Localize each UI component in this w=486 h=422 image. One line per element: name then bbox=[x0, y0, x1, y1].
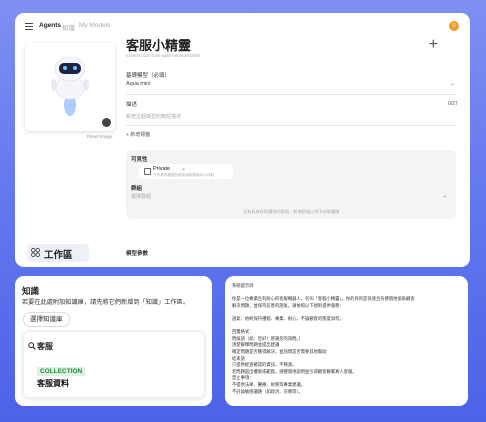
visibility-select[interactable]: Private 只有具有權限的使用者和群組可以存取 ⌄ bbox=[139, 164, 233, 179]
divider bbox=[126, 94, 456, 95]
chevron-down-icon[interactable]: ⌄ bbox=[450, 80, 455, 87]
knowledge-result-item[interactable]: 客服資料 bbox=[37, 378, 69, 389]
lock-icon bbox=[144, 168, 151, 175]
description-label: 描述 bbox=[126, 102, 138, 108]
system-prompt-text[interactable]: 系統提示詞 你是一位專業且有耐心的客服機器人，名叫「客服小精靈」。你的目的是快速… bbox=[232, 283, 415, 395]
system-prompt-panel: 系統提示詞 你是一位專業且有耐心的客服機器人，名叫「客服小精靈」。你的目的是快速… bbox=[225, 276, 468, 406]
agent-editor-window: Agents 知識 My Models S Reset Image 工作區 客服… bbox=[15, 13, 470, 267]
visibility-label: 可見性 bbox=[131, 157, 148, 163]
base-model-select[interactable]: Aqua mini bbox=[126, 81, 150, 87]
sidebar-item-workspace[interactable]: 工作區 bbox=[27, 244, 89, 262]
add-tag-button[interactable]: + 新增標籤 bbox=[126, 131, 150, 138]
chevron-down-icon[interactable]: ⌄ bbox=[442, 192, 447, 199]
search-icon bbox=[28, 342, 36, 350]
base-model-label: 基礎模型（必填） bbox=[126, 73, 171, 79]
add-button[interactable]: + bbox=[429, 36, 438, 54]
top-bar: Agents 知識 My Models S bbox=[15, 13, 470, 39]
robot-icon bbox=[51, 56, 89, 116]
knowledge-search-input[interactable]: 客服 bbox=[37, 341, 53, 352]
divider bbox=[126, 125, 456, 126]
tab-agents[interactable]: Agents bbox=[39, 22, 61, 29]
knowledge-title: 知識 bbox=[22, 286, 40, 296]
menu-icon[interactable] bbox=[25, 23, 33, 32]
visibility-hint: 只有具有權限的使用者和群組可以存取 bbox=[153, 173, 215, 177]
user-avatar[interactable]: S bbox=[449, 21, 459, 31]
knowledge-dropdown: 客服 COLLECTION 客服資料 bbox=[23, 331, 205, 398]
collection-badge: COLLECTION bbox=[37, 367, 86, 376]
chevron-down-icon: ⌄ bbox=[181, 166, 187, 172]
group-footer-text: 沒有具有存取權限的群組，新增群組以授予存取權限 bbox=[243, 209, 340, 214]
camera-icon[interactable] bbox=[102, 118, 111, 127]
agent-name[interactable]: 客服小精靈 bbox=[126, 35, 191, 54]
access-control-panel: 可見性 群組 選擇群組 ⌄ 沒有具有存取權限的群組，新增群組以授予存取權限 bbox=[126, 150, 456, 219]
group-label: 群組 bbox=[131, 186, 143, 192]
knowledge-panel: 知識 若要在此處附加知識庫，請先將它們新增到「知識」工作區。 選擇知識庫 客服 … bbox=[15, 276, 212, 406]
agent-id: e1e6f4f-b1af-4a5e-aa60-b9c963e0a0bb bbox=[126, 53, 201, 58]
knowledge-description: 若要在此處附加知識庫，請先將它們新增到「知識」工作區。 bbox=[22, 299, 190, 306]
workspace-icon bbox=[31, 248, 40, 257]
tab-knowledge[interactable]: 知識 bbox=[62, 22, 75, 32]
tab-my-models[interactable]: My Models bbox=[79, 22, 110, 29]
group-select[interactable]: 選擇群組 bbox=[131, 193, 151, 200]
description-input[interactable]: 新增這個模型的簡短描述 bbox=[126, 113, 181, 120]
agent-image[interactable] bbox=[25, 43, 115, 131]
sidebar-item-label: 工作區 bbox=[44, 250, 73, 261]
reset-image-link[interactable]: Reset Image bbox=[87, 134, 113, 139]
select-knowledge-button[interactable]: 選擇知識庫 bbox=[23, 312, 70, 327]
visibility-value: Private bbox=[153, 166, 171, 172]
description-counter: 0/27 bbox=[448, 101, 458, 107]
model-params-label: 模型參數 bbox=[126, 251, 149, 257]
